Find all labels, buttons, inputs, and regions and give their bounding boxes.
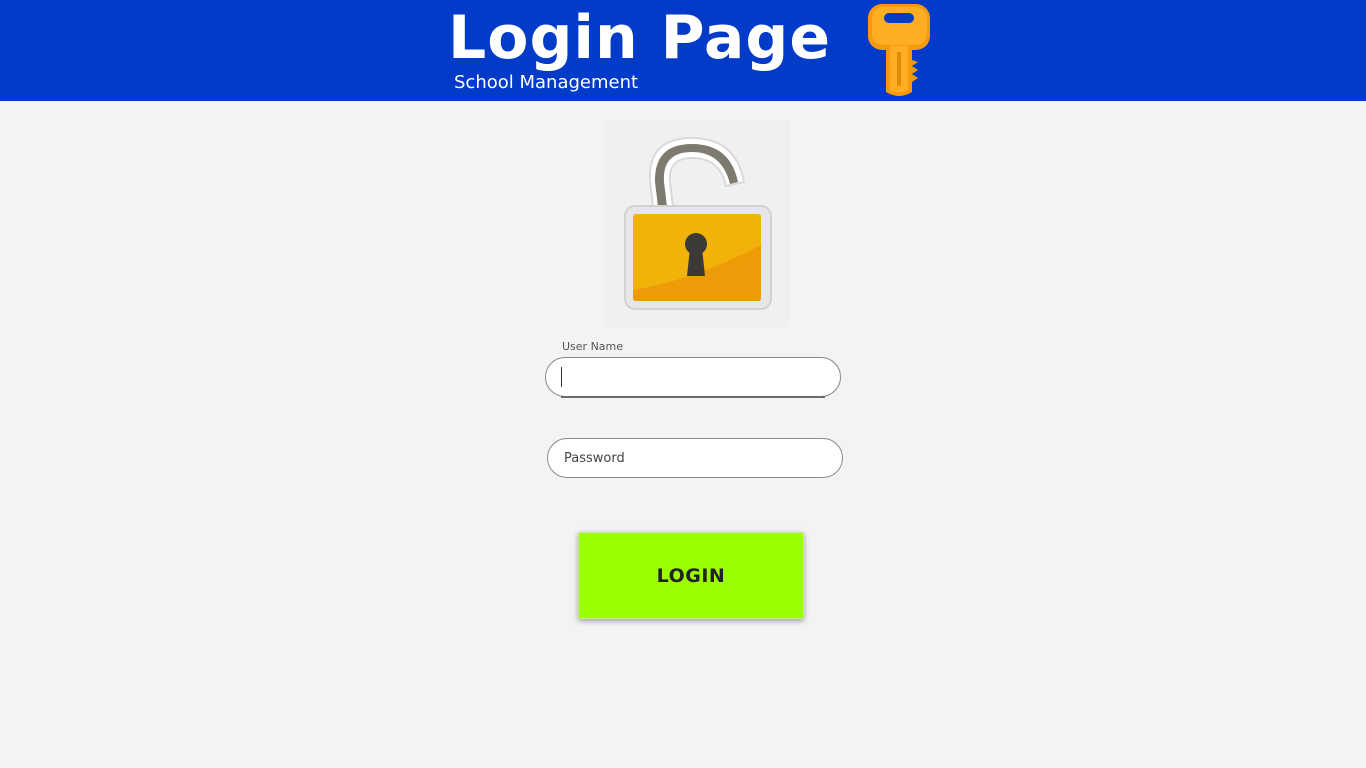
text-caret — [561, 367, 562, 387]
username-field-container[interactable] — [545, 357, 841, 397]
header-bar: Login Page School Management — [0, 0, 1366, 101]
page-subtitle: School Management — [454, 72, 639, 93]
username-underline — [561, 396, 825, 398]
username-label: User Name — [562, 340, 624, 353]
page-title: Login Page — [448, 3, 832, 73]
padlock-open-icon — [604, 120, 790, 327]
key-icon — [868, 4, 930, 96]
login-button[interactable]: LOGIN — [578, 532, 804, 619]
login-button-label: LOGIN — [656, 564, 726, 587]
username-input[interactable] — [562, 358, 824, 396]
password-input[interactable] — [564, 439, 826, 477]
password-field-container[interactable] — [547, 438, 843, 478]
